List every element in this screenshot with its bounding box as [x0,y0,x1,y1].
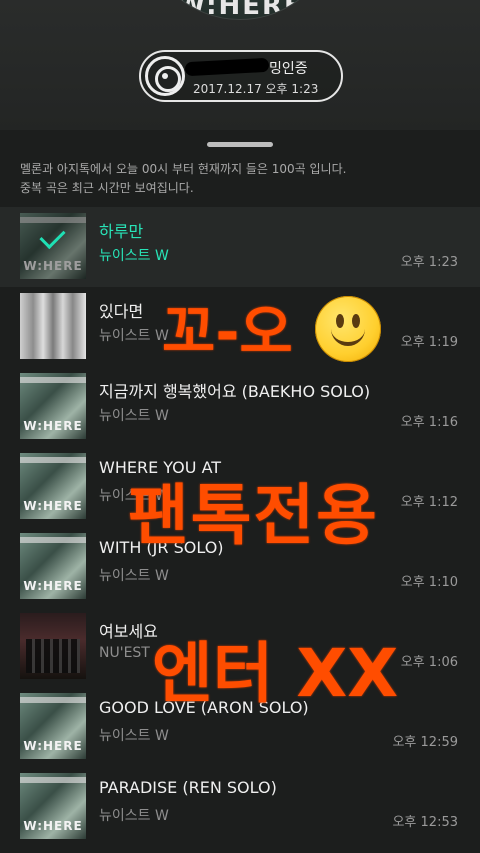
song-artist: 뉴이스트 W [99,248,169,264]
song-title: GOOD LOVE (ARON SOLO) [99,698,309,717]
played-time: 오후 1:12 [400,495,458,510]
song-title: WITH (JR SOLO) [99,538,224,557]
thumbnail-text: W:HERE [23,579,83,593]
played-time: 오후 1:23 [400,255,458,270]
thumbnail-band [20,537,86,543]
song-row[interactable]: W:HERE GOOD LOVE (ARON SOLO) 뉴이스트 W 오후 12:5… [0,687,480,767]
song-artist: 뉴이스트 W [99,568,169,584]
disc-icon [145,56,185,96]
thumbnail-text: W:HERE [23,419,83,433]
history-notice: 멜론과 아지톡에서 오늘 00시 부터 현재까지 들은 100곡 입니다. 중복… [20,160,470,198]
song-title: 지금까지 행복했어요 (BAEKHO SOLO) [99,382,371,401]
album-thumbnail: W:HERE [20,533,86,599]
sheet-drag-handle[interactable] [207,142,273,147]
played-time: 오후 1:10 [400,575,458,590]
album-thumbnail [20,613,86,679]
song-row[interactable]: 여보세요 NU'EST 오후 1:06 [0,607,480,687]
song-artist: 뉴이스트 W [99,808,169,824]
thumbnail-band [20,697,86,703]
song-history-sheet: 멜론과 아지톡에서 오늘 00시 부터 현재까지 들은 100곡 입니다. 중복… [0,130,480,853]
song-list: W:HERE 하루만 뉴이스트 W 오후 1:23 있다면 뉴이스트 W 오후 1:19 W:… [0,207,480,847]
cert-label: 밍인증 [269,61,308,77]
album-thumbnail: W:HERE [20,213,86,279]
album-thumbnail: W:HERE [20,773,86,839]
smiley-mouth [331,326,365,346]
redacted-username [184,57,270,77]
song-row[interactable]: W:HERE 지금까지 행복했어요 (BAEKHO SOLO) 뉴이스트 W 오후 1… [0,367,480,447]
album-thumbnail: W:HERE [20,693,86,759]
album-thumbnail [20,293,86,359]
played-time: 오후 1:16 [400,415,458,430]
thumbnail-figures [26,639,80,673]
album-art-peek: W:HERE [142,0,338,20]
cert-date: 2017.12.17 오후 1:23 [193,82,319,96]
song-title: 하루만 [99,222,144,241]
song-title: 여보세요 [99,622,158,641]
song-row[interactable]: W:HERE 하루만뉴이스트 W 오후 1:23 [0,207,480,287]
album-art-text: W:HERE [176,0,304,20]
song-row[interactable]: W:HERE WITH (JR SOLO) 뉴이스트 W 오후 1:10 [0,527,480,607]
thumbnail-band [20,777,86,783]
album-thumbnail: W:HERE [20,373,86,439]
played-time: 오후 1:06 [400,655,458,670]
played-time: 오후 12:59 [392,735,458,750]
song-artist: NU'EST [99,645,150,661]
song-artist: 뉴이스트 W [99,328,169,344]
listening-certification-button[interactable]: 밍인증 2017.12.17 오후 1:23 [139,50,343,102]
song-artist: 뉴이스트 W [99,488,169,504]
song-row[interactable]: W:HERE PARADISE (REN SOLO) 뉴이스트 W 오후 12:53 [0,767,480,847]
song-row[interactable]: 있다면뉴이스트 W 오후 1:19 [0,287,480,367]
smiley-emoji-icon [315,296,381,362]
played-time: 오후 12:53 [392,815,458,830]
album-thumbnail: W:HERE [20,453,86,519]
song-title: WHERE YOU AT [99,458,222,477]
thumbnail-text: W:HERE [23,819,83,833]
checkmark-icon [20,213,86,279]
thumbnail-band [20,457,86,463]
thumbnail-text: W:HERE [23,499,83,513]
song-artist: 뉴이스트 W [99,408,169,424]
thumbnail-text: W:HERE [23,739,83,753]
thumbnail-band [20,377,86,383]
song-row[interactable]: W:HERE WHERE YOU AT 뉴이스트 W 오후 1:12 [0,447,480,527]
played-time: 오후 1:19 [400,335,458,350]
song-title: 있다면 [99,302,144,321]
song-title: PARADISE (REN SOLO) [99,778,277,797]
notice-line-2: 중복 곡은 최근 시간만 보여집니다. [20,181,194,195]
notice-line-1: 멜론과 아지톡에서 오늘 00시 부터 현재까지 들은 100곡 입니다. [20,162,347,176]
song-artist: 뉴이스트 W [99,728,169,744]
